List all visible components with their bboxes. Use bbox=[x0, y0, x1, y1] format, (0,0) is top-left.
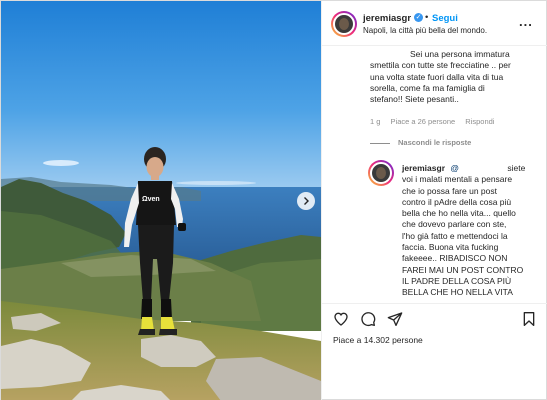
reply-line: bella che ho nella vita... quello bbox=[402, 208, 516, 219]
reply-username[interactable]: jeremiasgr bbox=[402, 163, 445, 173]
reply-line: FAREI MAI UN POST CONTRO bbox=[402, 264, 524, 275]
comment-meta: 1 g Piace a 26 persone Rispondi bbox=[370, 117, 502, 126]
post-header: jeremiasgr ✓ • Segui Napoli, la città pi… bbox=[322, 1, 547, 46]
reply-text: jeremiasgr @ siete voi i malati mentali … bbox=[402, 163, 525, 299]
comment-line: Sei una persona immatura bbox=[410, 49, 510, 59]
instagram-post: Ωven jeremiasgr ✓ • Segui Napoli, la cit… bbox=[0, 0, 547, 400]
comment-line: una volta state fuori dalla vita di tua bbox=[370, 71, 504, 82]
post-location[interactable]: Napoli, la città più bella del mondo. bbox=[363, 26, 487, 35]
reply-line: contro il pAdre della cosa più bbox=[402, 196, 512, 207]
reply-line: IL PADRE DELLA COSA PIÙ bbox=[402, 275, 512, 286]
comment-line: smettila con tutte ste frecciatine .. pe… bbox=[370, 60, 511, 71]
reply-line: che dovevo parlare con ste, bbox=[402, 219, 507, 230]
comment-time: 1 g bbox=[370, 117, 381, 126]
follow-button[interactable]: Segui bbox=[432, 13, 458, 24]
divider bbox=[370, 142, 390, 144]
reply-line: faccia. Buona vita fucking bbox=[402, 242, 499, 253]
reply-line: che io possa fare un post bbox=[402, 185, 497, 196]
comment-icon[interactable] bbox=[360, 311, 376, 327]
svg-text:Ωven: Ωven bbox=[142, 196, 160, 203]
mention-link[interactable]: @ bbox=[450, 163, 459, 173]
mountain-photo: Ωven bbox=[1, 1, 321, 400]
comment-line: stefano!! Siete pesanti.. bbox=[370, 94, 459, 105]
verified-badge-icon: ✓ bbox=[414, 13, 423, 22]
post-photo[interactable]: Ωven bbox=[1, 1, 321, 400]
chevron-right-icon bbox=[304, 197, 309, 205]
reply-line: siete bbox=[507, 163, 526, 173]
separator-dot: • bbox=[425, 12, 429, 23]
comment-line: sorella, come fa ma famiglia di bbox=[370, 82, 485, 93]
reply-line: l'ho già fatto e mettendoci la bbox=[402, 230, 508, 241]
hide-replies-button[interactable]: Nascondi le risposte bbox=[370, 138, 471, 147]
post-actions: Piace a 14.302 persone bbox=[322, 303, 547, 400]
more-options-button[interactable]: ... bbox=[519, 14, 533, 29]
comment-likes[interactable]: Piace a 26 persone bbox=[391, 117, 456, 126]
comment-text: Sei una persona immatura smettila con tu… bbox=[370, 49, 511, 105]
hide-replies-label: Nascondi le risposte bbox=[398, 138, 472, 147]
bookmark-icon[interactable] bbox=[521, 311, 537, 327]
reply-line: BELLA CHE HO NELLA VITA bbox=[402, 287, 513, 298]
avatar[interactable] bbox=[331, 11, 357, 37]
post-side-panel: jeremiasgr ✓ • Segui Napoli, la città pi… bbox=[321, 1, 547, 400]
heart-icon[interactable] bbox=[333, 311, 349, 327]
reply-avatar[interactable] bbox=[368, 160, 394, 186]
next-photo-button[interactable] bbox=[297, 192, 315, 210]
reply-line: fakeeee.. RIBADISCO NON bbox=[402, 253, 508, 264]
reply-button[interactable]: Rispondi bbox=[465, 117, 494, 126]
share-icon[interactable] bbox=[387, 311, 403, 327]
likes-count[interactable]: Piace a 14.302 persone bbox=[333, 335, 423, 345]
reply-line: voi i malati mentali a pensare bbox=[402, 174, 513, 185]
author-username[interactable]: jeremiasgr bbox=[363, 13, 411, 24]
comments-list: Sei una persona immatura smettila con tu… bbox=[322, 47, 547, 302]
